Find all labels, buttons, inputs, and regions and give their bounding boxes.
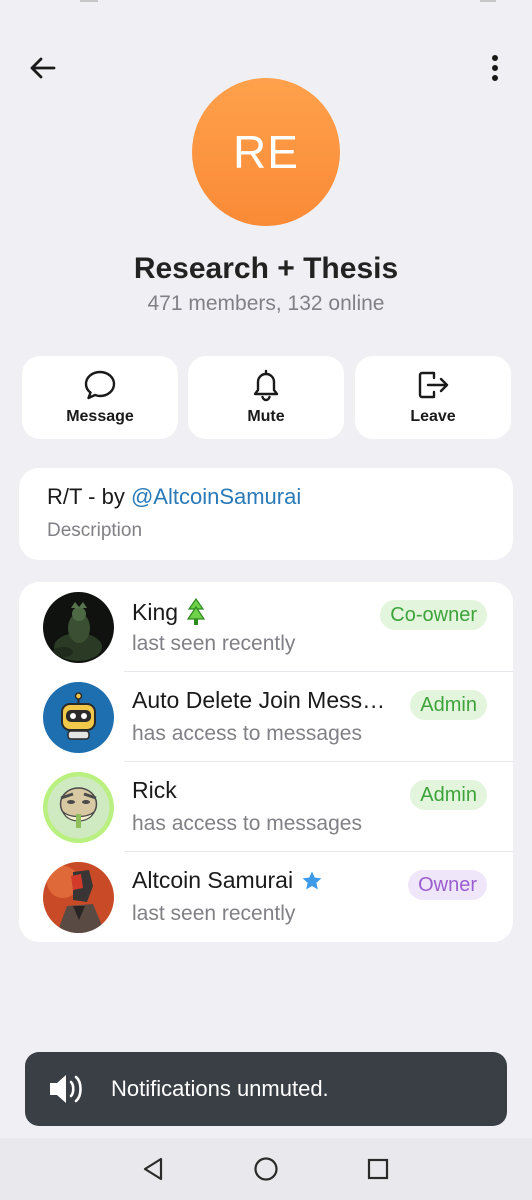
description-text: R/T - by @AltcoinSamurai	[47, 484, 301, 510]
group-member-count: 471 members, 132 online	[147, 292, 385, 315]
speaker-icon	[50, 1075, 82, 1103]
chat-bubble-icon	[83, 368, 117, 402]
member-row-king[interactable]: King last seen recently Co-owner	[19, 582, 513, 672]
nav-home-button[interactable]	[249, 1152, 283, 1186]
member-name: King	[132, 597, 206, 627]
member-status: last seen recently	[132, 632, 296, 655]
member-row-altcoin-samurai[interactable]: Altcoin Samurai last seen recently Owner	[19, 852, 513, 942]
member-row-rick[interactable]: Rick has access to messages Admin	[19, 762, 513, 852]
member-name-text: Altcoin Samurai	[132, 867, 294, 893]
more-vertical-icon	[492, 55, 498, 81]
nav-recents-square-icon	[367, 1158, 389, 1180]
bell-icon	[250, 368, 282, 402]
toast-notification: Notifications unmuted.	[25, 1052, 507, 1126]
status-bar	[0, 0, 532, 10]
member-row-auto-delete-bot[interactable]: Auto Delete Join Mess… has access to mes…	[19, 672, 513, 762]
mute-label: Mute	[247, 408, 285, 425]
description-mention-link[interactable]: @AltcoinSamurai	[131, 484, 301, 509]
nav-back-button[interactable]	[136, 1152, 170, 1186]
description-prefix: R/T - by	[47, 484, 131, 509]
arrow-left-icon	[30, 57, 56, 79]
green-tree-badge-icon	[186, 597, 206, 625]
back-button[interactable]	[24, 50, 60, 86]
mute-button[interactable]: Mute	[188, 356, 344, 439]
member-status: has access to messages	[132, 812, 362, 835]
status-indicator	[80, 0, 98, 2]
message-label: Message	[66, 408, 134, 425]
member-name-text: Rick	[132, 777, 177, 803]
role-badge: Co-owner	[380, 600, 487, 630]
members-list: King last seen recently Co-owner Auto De…	[19, 582, 513, 942]
member-name-text: King	[132, 598, 179, 625]
battery-icon	[480, 0, 496, 2]
group-initials: RE	[233, 126, 299, 178]
leave-label: Leave	[410, 408, 456, 425]
member-status: has access to messages	[132, 722, 362, 745]
role-badge: Admin	[410, 780, 487, 810]
description-label: Description	[47, 520, 143, 541]
toast-message: Notifications unmuted.	[111, 1076, 329, 1101]
system-navigation-bar	[0, 1138, 532, 1200]
blue-star-icon	[302, 871, 322, 889]
group-avatar[interactable]: RE	[192, 78, 340, 226]
nav-recents-button[interactable]	[361, 1152, 395, 1186]
role-badge: Owner	[408, 870, 487, 900]
member-name: Auto Delete Join Mess…	[132, 687, 385, 714]
nav-back-triangle-icon	[143, 1157, 163, 1181]
group-title: Research + Thesis	[133, 252, 399, 285]
member-name: Altcoin Samurai	[132, 867, 323, 894]
avatar	[43, 592, 114, 663]
leave-button[interactable]: Leave	[355, 356, 511, 439]
role-badge: Admin	[410, 690, 487, 720]
more-options-button[interactable]	[478, 50, 512, 86]
member-name-text: Auto Delete Join Mess…	[132, 687, 386, 713]
nav-home-circle-icon	[254, 1157, 278, 1181]
avatar	[43, 862, 114, 933]
description-card: R/T - by @AltcoinSamurai Description	[19, 468, 513, 560]
message-button[interactable]: Message	[22, 356, 178, 439]
avatar	[43, 682, 114, 753]
member-name: Rick	[132, 777, 177, 804]
avatar	[43, 772, 114, 843]
logout-icon	[416, 368, 450, 402]
member-status: last seen recently	[132, 902, 296, 925]
